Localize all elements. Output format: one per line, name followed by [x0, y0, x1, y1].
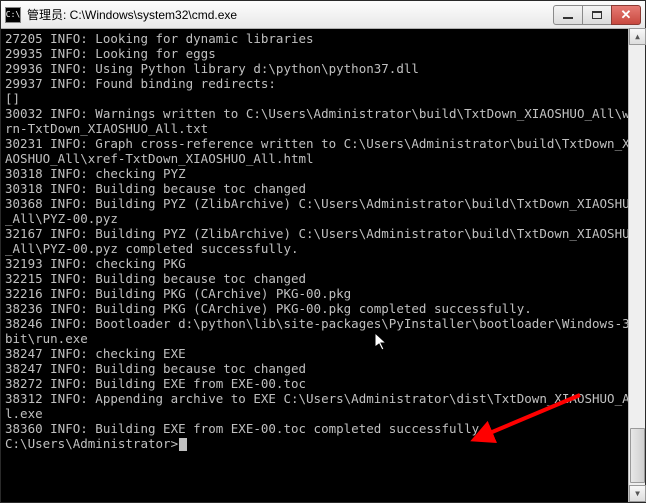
- terminal-line: 38360 INFO: Building EXE from EXE-00.toc…: [5, 421, 641, 436]
- terminal-line: 38312 INFO: Appending archive to EXE C:\…: [5, 391, 641, 421]
- cmd-window: C:\ 管理员: C:\Windows\system32\cmd.exe ✕ 2…: [0, 0, 646, 503]
- terminal-line: 32216 INFO: Building PKG (CArchive) PKG-…: [5, 286, 641, 301]
- terminal-line: 32215 INFO: Building because toc changed: [5, 271, 641, 286]
- scroll-thumb[interactable]: [630, 428, 645, 483]
- terminal-line: []: [5, 91, 641, 106]
- scroll-up-button[interactable]: ▲: [629, 28, 646, 45]
- terminal-line: 38247 INFO: Building because toc changed: [5, 361, 641, 376]
- terminal-line: 30231 INFO: Graph cross-reference writte…: [5, 136, 641, 166]
- window-title: 管理员: C:\Windows\system32\cmd.exe: [27, 6, 554, 23]
- close-icon: ✕: [621, 7, 632, 23]
- terminal-line: 38246 INFO: Bootloader d:\python\lib\sit…: [5, 316, 641, 346]
- terminal-line: 38236 INFO: Building PKG (CArchive) PKG-…: [5, 301, 641, 316]
- terminal-line: 38272 INFO: Building EXE from EXE-00.toc: [5, 376, 641, 391]
- terminal-line: 32167 INFO: Building PYZ (ZlibArchive) C…: [5, 226, 641, 256]
- terminal-output[interactable]: 27205 INFO: Looking for dynamic librarie…: [1, 29, 645, 502]
- terminal-line: 29935 INFO: Looking for eggs: [5, 46, 641, 61]
- window-controls: ✕: [554, 5, 641, 25]
- terminal-line: 30032 INFO: Warnings written to C:\Users…: [5, 106, 641, 136]
- vertical-scrollbar[interactable]: ▲ ▼: [628, 28, 645, 502]
- terminal-line: 29937 INFO: Found binding redirects:: [5, 76, 641, 91]
- terminal-line: 27205 INFO: Looking for dynamic librarie…: [5, 31, 641, 46]
- cmd-icon: C:\: [5, 7, 21, 23]
- terminal-line: 30368 INFO: Building PYZ (ZlibArchive) C…: [5, 196, 641, 226]
- terminal-line: 32193 INFO: checking PKG: [5, 256, 641, 271]
- terminal-cursor: [179, 438, 187, 451]
- minimize-icon: [563, 17, 573, 19]
- terminal-line: 29936 INFO: Using Python library d:\pyth…: [5, 61, 641, 76]
- maximize-button[interactable]: [582, 5, 612, 25]
- minimize-button[interactable]: [553, 5, 583, 25]
- terminal-line: 30318 INFO: checking PYZ: [5, 166, 641, 181]
- terminal-line: 38247 INFO: checking EXE: [5, 346, 641, 361]
- terminal-line: C:\Users\Administrator>: [5, 436, 641, 451]
- titlebar[interactable]: C:\ 管理员: C:\Windows\system32\cmd.exe ✕: [1, 1, 645, 29]
- maximize-icon: [592, 11, 602, 19]
- scroll-down-button[interactable]: ▼: [629, 485, 646, 502]
- close-button[interactable]: ✕: [611, 5, 641, 25]
- terminal-line: 30318 INFO: Building because toc changed: [5, 181, 641, 196]
